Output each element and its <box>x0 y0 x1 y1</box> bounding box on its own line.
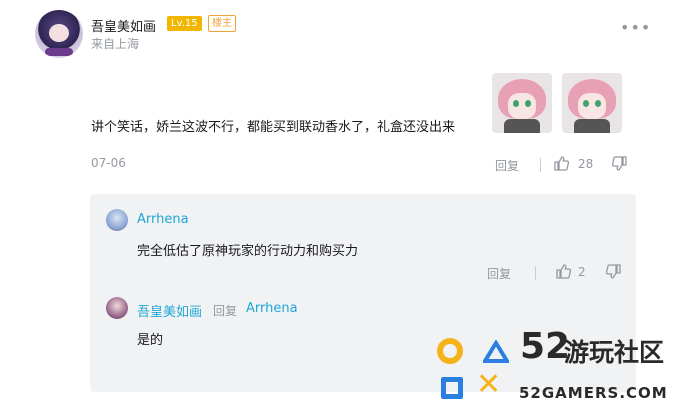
thumbs-down-icon[interactable] <box>605 263 622 280</box>
sticker-image[interactable] <box>492 73 552 133</box>
post-content: 讲个笑话，娇兰这波不行，都能买到联动香水了，礼盒还没出来 <box>91 120 456 135</box>
thumbs-down-icon[interactable] <box>611 155 628 172</box>
like-count: 2 <box>578 265 586 279</box>
reply-username[interactable]: 吾皇美如画 <box>137 301 202 320</box>
reply-to-label: 回复 <box>213 304 238 318</box>
reply-avatar[interactable] <box>106 209 128 231</box>
watermark-x-icon: ✕ <box>476 367 502 402</box>
thumbs-up-icon[interactable] <box>555 263 572 280</box>
reply-username[interactable]: Arrhena <box>137 212 189 227</box>
more-options-icon[interactable]: ••• <box>620 18 651 37</box>
sticker-image[interactable] <box>562 73 622 133</box>
level-badge: Lv.15 <box>167 16 202 31</box>
avatar-accessory <box>45 48 73 56</box>
reply-to-username[interactable]: Arrhena <box>246 301 298 316</box>
watermark-circle-icon <box>437 338 463 364</box>
action-divider <box>540 158 541 172</box>
post-username[interactable]: 吾皇美如画 <box>91 16 156 35</box>
watermark-square-icon <box>441 377 463 399</box>
reply-content: 是的 <box>137 333 164 348</box>
thumbs-up-icon[interactable] <box>553 155 570 172</box>
post-date: 07-06 <box>91 156 126 170</box>
watermark-name: 游玩社区 <box>564 338 665 367</box>
owner-badge: 楼主 <box>208 15 236 32</box>
reply-button[interactable]: 回复 <box>495 157 519 174</box>
avatar-face <box>49 24 69 42</box>
watermark-url: 52GAMERS.COM <box>519 384 668 402</box>
reply-avatar[interactable] <box>106 297 128 319</box>
watermark-triangle-icon <box>481 339 511 368</box>
watermark-number: 52 <box>520 326 571 367</box>
post-location: 来自上海 <box>91 37 140 51</box>
like-count: 28 <box>578 157 594 171</box>
reply-button[interactable]: 回复 <box>487 265 511 282</box>
action-divider <box>535 266 536 280</box>
user-avatar[interactable] <box>35 10 83 58</box>
reply-content: 完全低估了原神玩家的行动力和购买力 <box>137 244 359 259</box>
